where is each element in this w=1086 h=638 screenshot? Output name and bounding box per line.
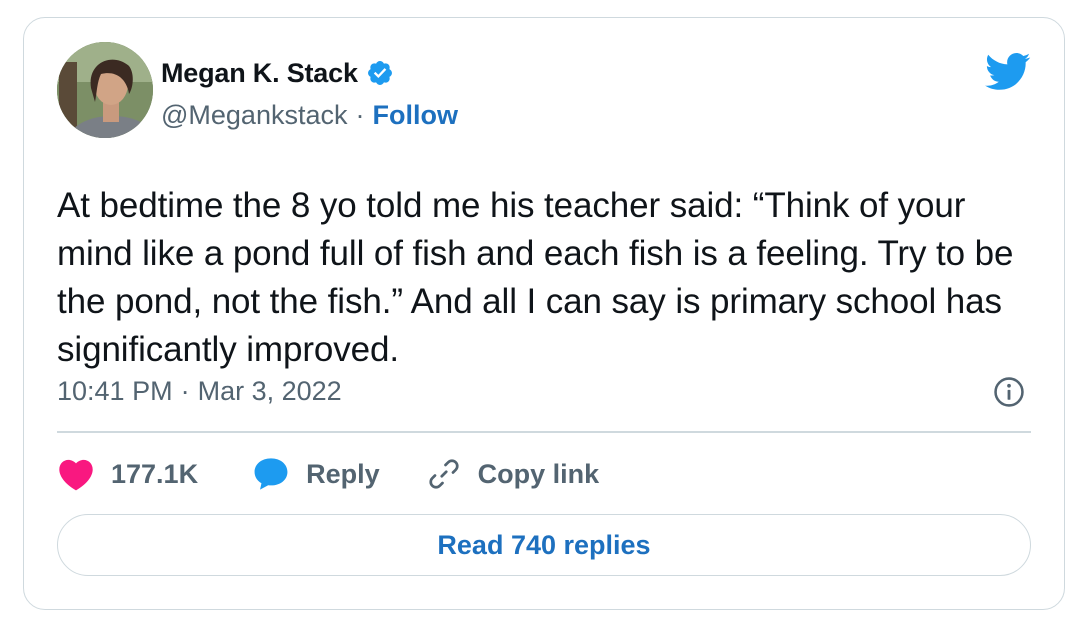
read-replies-button[interactable]: Read 740 replies (57, 514, 1031, 576)
separator-dot: · (180, 375, 190, 406)
reply-label: Reply (306, 458, 380, 489)
action-bar: 177.1K Reply Copy link (57, 454, 599, 494)
twitter-bird-icon[interactable] (985, 52, 1031, 92)
tweet-card: Megan K. Stack @Megankstack · Follow At … (23, 17, 1065, 610)
divider (57, 431, 1031, 433)
author-name-row: Megan K. Stack (161, 56, 394, 90)
like-button[interactable]: 177.1K (57, 457, 198, 491)
heart-icon (57, 457, 95, 491)
author-handle[interactable]: @Megankstack (161, 100, 347, 131)
tweet-time: 10:41 PM (57, 375, 173, 406)
follow-button[interactable]: Follow (372, 100, 457, 131)
speech-bubble-icon (252, 456, 290, 492)
display-name[interactable]: Megan K. Stack (161, 58, 358, 89)
tweet-timestamp[interactable]: 10:41 PM · Mar 3, 2022 (57, 373, 342, 409)
read-replies-label: Read 740 replies (437, 529, 651, 560)
verified-badge-icon (366, 59, 394, 87)
tweet-text: At bedtime the 8 yo told me his teacher … (57, 186, 1014, 369)
avatar[interactable] (57, 42, 153, 138)
tweet-date: Mar 3, 2022 (197, 375, 342, 406)
link-icon (426, 456, 462, 492)
separator-dot: · (355, 99, 365, 130)
info-icon[interactable] (992, 375, 1026, 409)
copy-link-label: Copy link (477, 458, 600, 489)
handle-row: @Megankstack · Follow (161, 98, 458, 132)
reply-button[interactable]: Reply (252, 456, 380, 492)
like-count: 177.1K (111, 458, 199, 489)
copy-link-button[interactable]: Copy link (426, 456, 600, 492)
